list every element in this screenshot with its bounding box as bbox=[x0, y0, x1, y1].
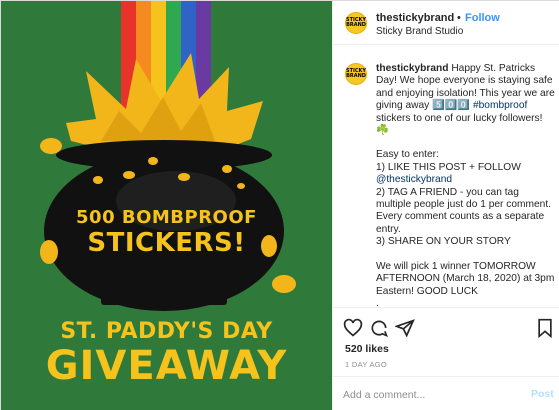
hashtag-link[interactable]: #bombproof bbox=[473, 100, 527, 111]
caption-text: thestickybrand Happy St. Patricks Day! W… bbox=[376, 63, 556, 307]
post-actions: 520 likes 1 DAY AGO bbox=[333, 307, 559, 387]
caption-intro-end: stickers to one of our lucky followers! … bbox=[376, 112, 543, 137]
caption-area: STICKY BRAND thestickybrand Happy St. Pa… bbox=[333, 53, 559, 307]
stickers-text: STICKERS! bbox=[87, 228, 246, 258]
giveaway-count-text: 500 BOMBPROOF bbox=[76, 207, 257, 228]
st-paddys-day-text: ST. PADDY'S DAY bbox=[60, 319, 273, 344]
follow-button[interactable]: Follow bbox=[465, 12, 500, 24]
instagram-post-modal: 500 BOMBPROOF STICKERS! ST. PADDY'S DAY … bbox=[0, 0, 559, 410]
caption-winner: We will pick 1 winner TOMORROW AFTERNOON… bbox=[376, 260, 555, 297]
caption-easy: Easy to enter: bbox=[376, 149, 439, 161]
comment-icon[interactable] bbox=[369, 318, 389, 338]
caption-dot-1: . bbox=[376, 297, 379, 307]
giveaway-text: GIVEAWAY bbox=[45, 343, 288, 389]
location-link[interactable]: Sticky Brand Studio bbox=[376, 26, 463, 37]
heart-icon[interactable] bbox=[343, 318, 363, 338]
post-header: STICKY BRAND thestickybrand • Follow Sti… bbox=[333, 1, 559, 45]
separator-dot: • bbox=[457, 12, 461, 24]
mention-link[interactable]: @thestickybrand bbox=[376, 174, 452, 185]
caption-step1: 1) LIKE THIS POST + FOLLOW bbox=[376, 161, 521, 173]
caption-step2: 2) TAG A FRIEND - you can tag multiple p… bbox=[376, 186, 551, 235]
caption-username[interactable]: thestickybrand bbox=[376, 63, 448, 74]
likes-count[interactable]: 520 likes bbox=[345, 343, 389, 355]
comment-bar: Post bbox=[333, 376, 559, 410]
avatar[interactable]: STICKY BRAND bbox=[345, 12, 367, 34]
caption-step3: 3) SHARE ON YOUR STORY bbox=[376, 236, 511, 248]
username-link[interactable]: thestickybrand bbox=[376, 12, 454, 24]
comment-input[interactable] bbox=[343, 386, 513, 404]
share-icon[interactable] bbox=[395, 318, 415, 338]
post-timestamp[interactable]: 1 DAY AGO bbox=[345, 360, 387, 369]
bookmark-icon[interactable] bbox=[535, 318, 555, 338]
post-sidebar: STICKY BRAND thestickybrand • Follow Sti… bbox=[332, 1, 559, 410]
post-comment-button[interactable]: Post bbox=[531, 388, 554, 400]
post-image: 500 BOMBPROOF STICKERS! ST. PADDY'S DAY … bbox=[1, 1, 332, 410]
caption-avatar[interactable]: STICKY BRAND bbox=[345, 63, 367, 85]
